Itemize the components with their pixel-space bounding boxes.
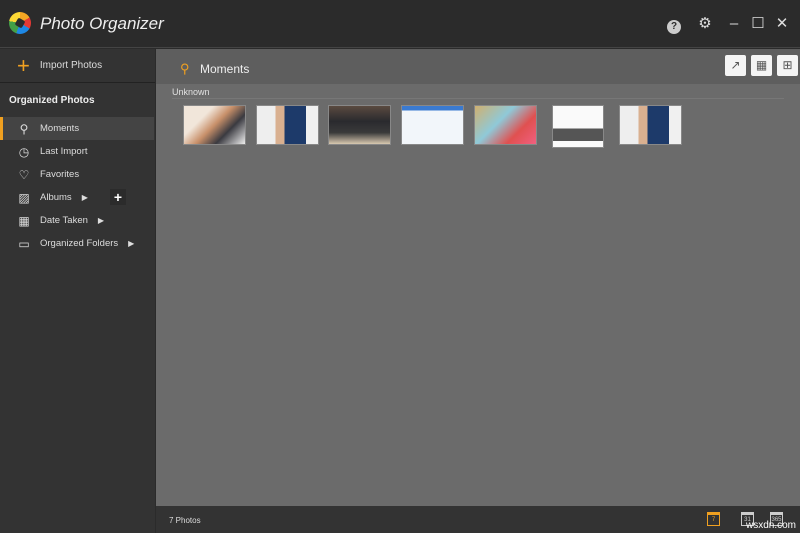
title-bar: Photo Organizer ? ⚙ – ☐ ✕ [0, 0, 800, 48]
photo-thumbnail[interactable] [183, 105, 246, 145]
photo-grid-area: ⚲ Moments ↗ ▦ ⊞ Unknown [156, 49, 800, 506]
status-bar: 7 Photos 7 31 365 wsxdn.com [156, 506, 800, 533]
day-label: 7 [711, 517, 716, 523]
grid-view-button[interactable]: ⊞ [777, 55, 798, 76]
sidebar-item-organized-folders[interactable]: ▭ Organized Folders ▶ [0, 232, 155, 255]
sidebar-item-last-import[interactable]: ◷ Last Import [0, 140, 155, 163]
export-button[interactable]: ↗ [725, 55, 746, 76]
balloon-icon: ⚲ [19, 121, 29, 136]
sidebar: + Import Photos Organized Photos ⚲ Moments… [0, 49, 155, 533]
expand-arrow-icon[interactable]: ▶ [128, 239, 134, 248]
minimize-button[interactable]: – [725, 16, 743, 32]
photo-thumbnail[interactable] [401, 105, 464, 145]
settings-gear-icon[interactable]: ⚙ [696, 16, 714, 32]
balloon-icon: ⚲ [180, 61, 190, 76]
sidebar-item-label: Moments [40, 123, 80, 134]
section-title: Organized Photos [9, 95, 95, 106]
clock-icon: ◷ [18, 144, 30, 159]
import-photos-button[interactable]: + Import Photos [0, 49, 155, 83]
photo-thumbnail[interactable] [552, 105, 604, 148]
heart-icon: ♡ [18, 167, 30, 182]
sidebar-item-label: Albums [40, 192, 72, 203]
calendar-view-button[interactable]: ▦ [751, 55, 772, 76]
help-icon[interactable]: ? [667, 20, 681, 34]
page-title: Moments [200, 62, 250, 76]
photo-thumbnail[interactable] [619, 105, 682, 145]
maximize-button[interactable]: ☐ [749, 16, 767, 32]
group-label: Unknown [172, 87, 784, 99]
image-icon: ▨ [18, 190, 30, 205]
photo-thumbnail[interactable] [474, 105, 537, 145]
day-view-calendar-icon[interactable]: 7 [707, 512, 720, 526]
sidebar-item-favorites[interactable]: ♡ Favorites [0, 163, 155, 186]
folder-icon: ▭ [18, 236, 30, 251]
photo-thumbnail[interactable] [256, 105, 319, 145]
add-album-button[interactable]: + [110, 189, 126, 205]
plus-icon: + [17, 52, 30, 78]
import-label: Import Photos [39, 60, 103, 71]
sidebar-item-label: Favorites [40, 169, 80, 180]
sidebar-item-label: Last Import [40, 146, 88, 157]
expand-arrow-icon[interactable]: ▶ [98, 216, 104, 225]
watermark: wsxdn.com [745, 520, 796, 531]
sidebar-item-date-taken[interactable]: ▦ Date Taken ▶ [0, 209, 155, 232]
app-logo-icon [9, 12, 31, 34]
content-header: ⚲ Moments ↗ ▦ ⊞ [156, 49, 800, 84]
expand-arrow-icon[interactable]: ▶ [82, 193, 88, 202]
calendar-icon: ▦ [18, 213, 30, 228]
close-button[interactable]: ✕ [773, 16, 791, 32]
photo-thumbnail[interactable] [328, 105, 391, 145]
app-title: Photo Organizer [40, 14, 164, 33]
sidebar-item-moments[interactable]: ⚲ Moments [0, 117, 154, 140]
sidebar-item-albums[interactable]: ▨ Albums ▶ + [0, 186, 155, 209]
sidebar-item-label: Date Taken [40, 215, 88, 226]
sidebar-item-label: Organized Folders [40, 238, 119, 249]
photo-count: 7 Photos [169, 516, 201, 525]
